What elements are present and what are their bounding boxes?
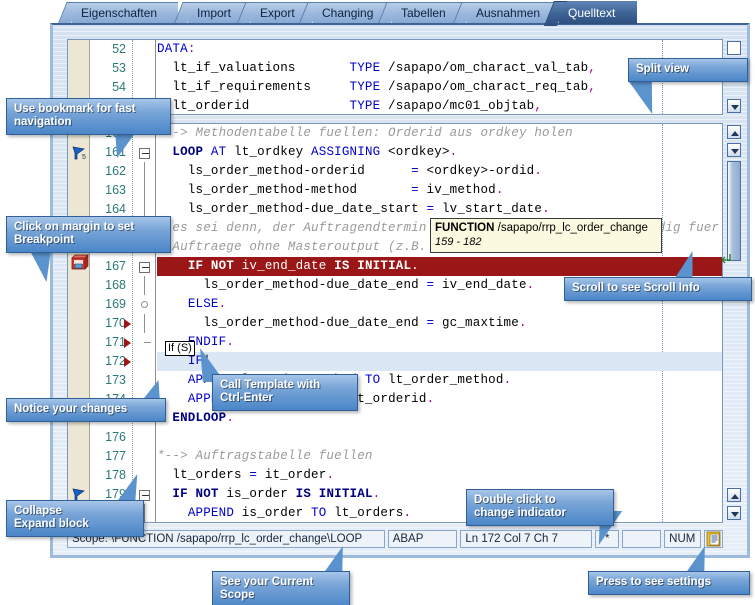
callout-scroll-info: Scroll to see Scroll Info <box>564 277 752 301</box>
screenshot-root: Eigenschaften Import Export Changing Tab… <box>0 0 755 605</box>
tab-eigenschaften[interactable]: Eigenschaften <box>72 2 178 23</box>
status-position: Ln 172 Col 7 Ch 7 <box>460 530 592 548</box>
split-view-handle[interactable] <box>727 41 741 55</box>
callout-template: Call Template with Ctrl-Enter <box>212 374 358 411</box>
callout-bookmark: Use bookmark for fast navigation <box>6 98 171 135</box>
callout-scope: See your Current Scope <box>212 571 350 605</box>
scroll-down-button-2[interactable] <box>727 506 741 520</box>
change-marker <box>124 338 131 348</box>
change-marker <box>124 357 131 367</box>
code-line: APPEND is_order TO lt_orders. <box>157 504 411 522</box>
main-editor[interactable]: 5 <box>67 123 723 523</box>
scroll-down-button[interactable] <box>727 143 741 157</box>
code-line: ls_order_method-method = iv_method. <box>157 181 504 200</box>
tab-strip: Eigenschaften Import Export Changing Tab… <box>0 0 755 24</box>
status-blank[interactable] <box>622 530 661 548</box>
callout-changes: Notice your changes <box>6 398 166 422</box>
scroll-up-button[interactable] <box>727 125 741 139</box>
code-line: ls_order_method-due_date_end = iv_end_da… <box>157 276 534 295</box>
callout-breakpoint: Click on margin to set Breakpoint <box>6 216 171 253</box>
fold-marker-else[interactable] <box>141 301 148 308</box>
status-language: ABAP <box>388 530 458 548</box>
code-line: IF NOT iv_end_date IS INITIAL. <box>157 257 419 276</box>
bookmark-gutter[interactable]: 5 <box>68 124 90 522</box>
breakpoint-icon[interactable] <box>70 254 88 271</box>
tooltip-title-prefix: FUNCTION <box>435 222 494 234</box>
code-line: ls_order_method-orderid = <ordkey>-ordid… <box>157 162 542 181</box>
wrap-indicator-icon <box>721 251 734 264</box>
code-line: lt_orders = it_order. <box>157 466 334 485</box>
line-number: 167 <box>105 257 126 276</box>
code-line: *--> Auftragstabelle fuellen <box>157 447 373 466</box>
function-info-tooltip: FUNCTION /sapapo/rrp_lc_order_change 159… <box>430 218 662 253</box>
line-number-gutter: 160 161 162 163 164 165 166 167 168 169 … <box>91 124 133 522</box>
code-line: lt_orderid TYPE /sapapo/mc01_objtab, <box>157 97 542 114</box>
line-number: 54 <box>112 78 126 97</box>
callout-settings: Press to see settings <box>588 571 750 595</box>
gutter-row: 162 <box>91 162 132 181</box>
tooltip-title-row: FUNCTION /sapapo/rrp_lc_order_change <box>435 221 657 235</box>
line-number: 53 <box>112 59 126 78</box>
tooltip-title-path: /sapapo/rrp_lc_order_change <box>498 222 648 234</box>
tooltip-line-range: 159 - 182 <box>435 235 657 249</box>
tab-ausnahmen[interactable]: Ausnahmen <box>467 2 555 23</box>
code-line: ENDLOOP. <box>157 409 234 428</box>
gutter-row: 177 <box>91 447 132 466</box>
current-line-highlight <box>157 352 722 371</box>
code-line: lt_if_requirements TYPE /sapapo/om_chara… <box>157 78 596 97</box>
gutter-row: 173 <box>91 371 132 390</box>
code-line: ls_order_method-due_date_end = gc_maxtim… <box>157 314 527 333</box>
gutter-row: 171 <box>91 333 132 352</box>
gutter-row: 176 <box>91 428 132 447</box>
gutter-row: 170 <box>91 314 132 333</box>
gutter-row: 163 <box>91 181 132 200</box>
line-number: 162 <box>105 162 126 181</box>
vertical-scroll-thumb[interactable] <box>727 161 741 261</box>
line-number: 176 <box>105 428 126 447</box>
line-number: 163 <box>105 181 126 200</box>
code-line: lt_if_valuations TYPE /sapapo/om_charact… <box>157 59 596 78</box>
gutter-row: 172 <box>91 352 132 371</box>
line-number: 173 <box>105 371 126 390</box>
fold-gutter[interactable] <box>134 124 156 522</box>
callout-indicator: Double click to change indicator <box>466 489 614 526</box>
tab-tabellen[interactable]: Tabellen <box>392 2 463 23</box>
code-line: *--> Methodentabelle fuellen: Orderid au… <box>157 124 573 143</box>
gutter-row: 167 <box>91 257 132 276</box>
change-marker <box>124 319 131 329</box>
status-bar: Scope: \FUNCTION /sapapo/rrp_lc_order_ch… <box>67 530 723 548</box>
svg-text:5: 5 <box>82 154 86 161</box>
code-line: DATA: <box>157 40 196 59</box>
line-number: 168 <box>105 276 126 295</box>
callout-collapse: Collapse Expand block <box>6 500 144 537</box>
code-area[interactable]: *--> Methodentabelle fuellen: Orderid au… <box>157 124 722 522</box>
line-number: 170 <box>105 314 126 333</box>
code-line: ELSE. <box>157 295 226 314</box>
code-line: IF NOT is_order IS INITIAL. <box>157 485 380 504</box>
code-line: LOOP AT lt_ordkey ASSIGNING <ordkey>. <box>157 143 457 162</box>
fold-toggle-loop[interactable] <box>139 148 150 159</box>
gutter-row: 169 <box>91 295 132 314</box>
line-number: 169 <box>105 295 126 314</box>
fold-toggle-if[interactable] <box>139 262 150 273</box>
bookmark-flag-icon[interactable]: 5 <box>71 146 86 160</box>
tab-changing[interactable]: Changing <box>313 2 389 23</box>
scroll-up-button-2[interactable] <box>727 488 741 502</box>
line-number: 177 <box>105 447 126 466</box>
error-highlight-line: IF NOT iv_end_date IS INITIAL. <box>157 257 722 276</box>
top-scroll-down-button[interactable] <box>727 99 741 113</box>
line-number: 171 <box>105 333 126 352</box>
line-number: 52 <box>112 40 126 59</box>
tab-quelltext[interactable]: Quelltext <box>559 1 637 24</box>
line-number: 172 <box>105 352 126 371</box>
code-line: ls_order_method-due_date_start = lv_star… <box>157 200 550 219</box>
callout-split-view: Split view <box>628 58 748 82</box>
gutter-row: 168 <box>91 276 132 295</box>
